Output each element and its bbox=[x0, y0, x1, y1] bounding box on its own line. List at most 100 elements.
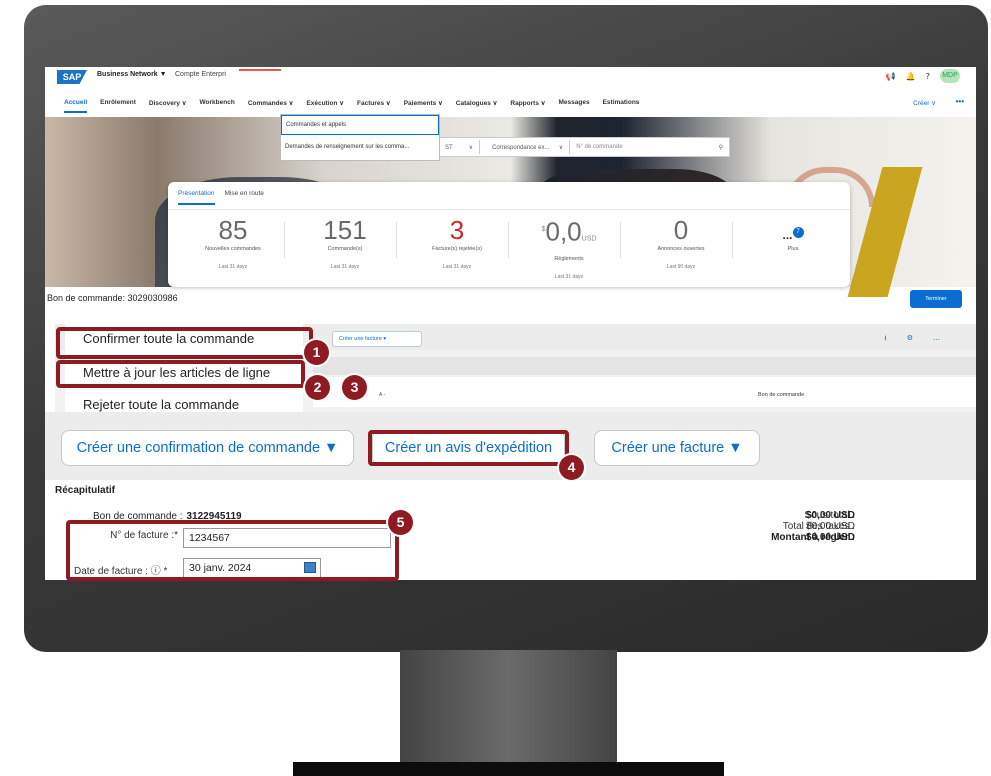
divider bbox=[620, 222, 621, 258]
tile-label: Règlements bbox=[554, 255, 584, 262]
more-menu-button[interactable]: ••• bbox=[956, 97, 964, 106]
finish-button[interactable]: Terminer bbox=[910, 290, 962, 308]
nav-execution[interactable]: Exécution ∨ bbox=[306, 99, 344, 113]
tab-mise-en-route[interactable]: Mise en route bbox=[225, 190, 264, 205]
tile-new-orders[interactable]: 85 Nouvelles commandes Last 31 days bbox=[178, 216, 288, 270]
tab-presentation[interactable]: Présentation bbox=[178, 190, 215, 205]
nav-paiements[interactable]: Paiements ∨ bbox=[404, 99, 443, 113]
monitor-base bbox=[293, 762, 724, 776]
tile-period: Last 31 days bbox=[330, 264, 360, 270]
divider bbox=[396, 222, 397, 258]
tile-value: ... 7 bbox=[738, 216, 848, 244]
search-bar: ST ∨ Correspondance ex... ∨ N° de comman… bbox=[432, 137, 730, 157]
menu-item-reject-all[interactable]: Rejeter toute la commande bbox=[83, 397, 239, 412]
totals-values: $0,00 USD $0,00 USD $0,00 USD bbox=[806, 510, 855, 543]
recap-title: Récapitulatif bbox=[55, 485, 116, 496]
menu-item-commandes-appels[interactable]: Commandes et appels bbox=[281, 115, 439, 135]
tile-label: Annonces ouvertes bbox=[657, 246, 705, 252]
menu-item-update-lines[interactable]: Mettre à jour les articles de ligne bbox=[83, 365, 270, 380]
tile-open-announcements[interactable]: 0 Annonces ouvertes Last 90 days bbox=[626, 216, 736, 270]
overview-tabs: Présentation Mise en route bbox=[178, 190, 264, 205]
tile-more[interactable]: ... 7 Plus bbox=[738, 216, 848, 252]
tile-payments[interactable]: $0,0USD Règlements Last 31 days bbox=[514, 216, 624, 280]
column-header[interactable]: A - bbox=[379, 392, 385, 398]
create-asn-button[interactable]: Créer un avis d'expédition bbox=[372, 430, 565, 466]
page-title: Bon de commande: 3029030986 bbox=[47, 293, 178, 303]
megaphone-icon[interactable]: 📢 bbox=[886, 72, 896, 81]
currency-unit: USD bbox=[581, 235, 597, 243]
order-actions-menu: Confirmer toute la commande Mettre à jou… bbox=[65, 324, 303, 414]
panel-icons: ⭳ ⚙ … bbox=[884, 334, 940, 345]
nav-discovery[interactable]: Discovery ∨ bbox=[149, 99, 187, 113]
subtotal-value: $0,00 USD bbox=[806, 510, 855, 521]
nav-estimations[interactable]: Estimations bbox=[603, 99, 640, 113]
amount-due-value: $0,00 USD bbox=[806, 532, 855, 543]
create-invoice-button[interactable]: Créer une facture ▼ bbox=[594, 430, 760, 466]
commandes-dropdown: Commandes et appels Demandes de renseign… bbox=[280, 114, 440, 161]
nav-messages[interactable]: Messages bbox=[559, 99, 590, 113]
app-screen: SAP Business Network ▼ Compte Enterpri 📢… bbox=[45, 67, 976, 580]
search-icon[interactable]: ⚲ bbox=[713, 144, 729, 151]
account-indicator bbox=[239, 69, 281, 71]
download-icon[interactable]: ⭳ bbox=[884, 334, 886, 345]
panel-row bbox=[313, 357, 976, 375]
create-confirmation-button[interactable]: Créer une confirmation de commande ▼ bbox=[61, 430, 354, 466]
tile-label: Facture(s) rejetée(s) bbox=[432, 246, 482, 252]
create-invoice-small-button[interactable]: Créer une facture ▾ bbox=[332, 331, 422, 347]
menu-item-confirm-all[interactable]: Confirmer toute la commande bbox=[83, 331, 254, 346]
nav-rapports[interactable]: Rapports ∨ bbox=[510, 99, 545, 113]
tile-value: 151 bbox=[323, 215, 367, 245]
search-input[interactable]: N° de commande bbox=[570, 144, 712, 150]
more-icon[interactable]: … bbox=[933, 334, 940, 345]
product-switcher[interactable]: Business Network ▼ bbox=[97, 71, 167, 78]
overview-card: Présentation Mise en route 85 Nouvelles … bbox=[168, 182, 850, 287]
tile-value: 3 bbox=[449, 215, 465, 245]
bell-icon[interactable]: 🔔 bbox=[906, 72, 916, 81]
menu-item-demandes[interactable]: Demandes de renseignement sur les comma.… bbox=[281, 135, 439, 159]
step-badge-2: 2 bbox=[305, 375, 330, 400]
divider bbox=[284, 222, 285, 258]
help-icon[interactable]: ? bbox=[926, 72, 930, 81]
nav-accueil[interactable]: Accueil bbox=[64, 99, 88, 113]
tile-period: Last 90 days bbox=[666, 264, 696, 270]
tile-label: Nouvelles commandes bbox=[205, 246, 261, 252]
tile-orders[interactable]: 151 Commande(s) Last 31 days bbox=[290, 216, 400, 270]
tile-label: Plus bbox=[787, 246, 799, 252]
nav-workbench[interactable]: Workbench bbox=[200, 99, 235, 113]
invoice-number-field[interactable]: 1234567 bbox=[183, 528, 391, 548]
po-number-label: Bon de commande :3122945119 bbox=[93, 511, 242, 522]
account-switcher[interactable]: Compte Enterpri bbox=[175, 71, 226, 78]
monitor-stand bbox=[400, 650, 617, 765]
divider bbox=[508, 222, 509, 258]
tax-total-value: $0,00 USD bbox=[806, 521, 855, 532]
step-badge-5: 5 bbox=[388, 510, 413, 535]
tile-label: Commande(s) bbox=[327, 246, 363, 252]
avatar[interactable]: MDP bbox=[940, 69, 960, 83]
table-header-row: A - Bon de commande bbox=[313, 377, 976, 407]
tile-value: 85 bbox=[218, 215, 248, 245]
tile-value: $0,0USD bbox=[541, 216, 597, 247]
column-header[interactable]: Bon de commande bbox=[758, 392, 804, 398]
invoice-date-field[interactable]: 30 janv. 2024 bbox=[183, 558, 321, 578]
nav-catalogues[interactable]: Catalogues ∨ bbox=[456, 99, 498, 113]
tile-period: Last 31 days bbox=[442, 264, 472, 270]
match-type-select[interactable]: Correspondance ex... ∨ bbox=[480, 144, 569, 151]
tile-period: Last 31 days bbox=[554, 273, 584, 280]
invoice-date-label: Date de facture : ⓘ * bbox=[74, 566, 168, 577]
nav-factures[interactable]: Factures ∨ bbox=[357, 99, 391, 113]
create-menu-button[interactable]: Créer ∨ bbox=[913, 99, 936, 107]
calendar-icon[interactable] bbox=[304, 562, 316, 573]
nav-enrolement[interactable]: Enrôlement bbox=[100, 99, 136, 113]
tile-period: Last 31 days bbox=[218, 264, 248, 270]
top-bar: SAP Business Network ▼ Compte Enterpri 📢… bbox=[45, 67, 976, 117]
tile-rejected-invoices[interactable]: 3 Facture(s) rejetée(s) Last 31 days bbox=[402, 216, 512, 270]
sap-logo: SAP bbox=[57, 70, 87, 84]
settings-icon[interactable]: ⚙ bbox=[907, 334, 913, 345]
main-nav: Accueil Enrôlement Discovery ∨ Workbench… bbox=[64, 99, 639, 113]
nav-commandes[interactable]: Commandes ∨ bbox=[248, 99, 294, 113]
divider bbox=[732, 222, 733, 258]
po-number-value: 3122945119 bbox=[186, 511, 242, 522]
step-badge-1: 1 bbox=[304, 340, 329, 365]
top-icons: 📢 🔔 ? MDP bbox=[886, 69, 960, 83]
step-badge-4: 4 bbox=[559, 455, 584, 480]
